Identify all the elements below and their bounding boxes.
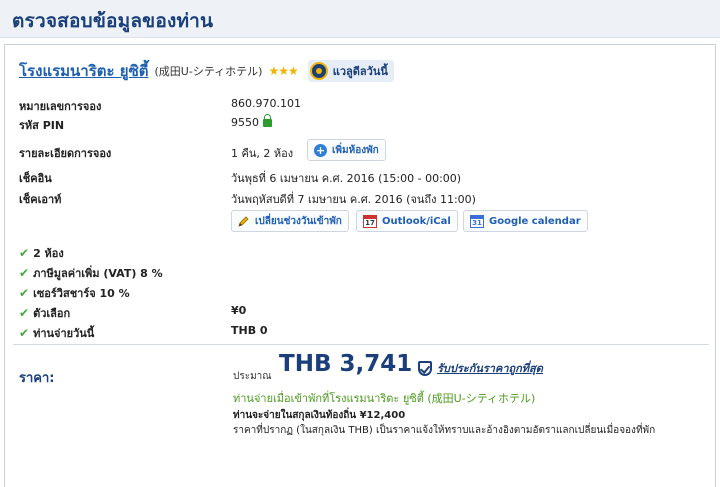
- feature-label: ตัวเลือก: [33, 307, 71, 320]
- pay-at-hotel-text: ท่านจ่ายเมื่อเข้าพักที่โรงแรมนาริตะ ยูซิ…: [233, 392, 536, 405]
- google-calendar-button[interactable]: 31 Google calendar: [463, 210, 588, 232]
- best-price-guarantee[interactable]: รับประกันราคาถูกที่สุด: [418, 359, 543, 377]
- hotel-line: โรงแรมนาริตะ ยูซิตี้ (成田U-シティホテル) ★★★ แว…: [19, 59, 394, 83]
- plus-icon: +: [314, 143, 327, 157]
- feature-item: ✔ ท่านจ่ายวันนี้: [19, 324, 94, 342]
- feature-label: ภาษีมูลค่าเพิ่ม (VAT) 8 %: [33, 267, 163, 280]
- check-icon: ✔: [19, 286, 30, 300]
- guarantee-link[interactable]: รับประกันราคาถูกที่สุด: [437, 359, 543, 377]
- pay-today-value: THB 0: [231, 324, 268, 337]
- checkout-label: เช็คเอาท์: [19, 193, 62, 206]
- check-icon: ✔: [19, 246, 30, 260]
- check-icon: ✔: [19, 306, 30, 320]
- booking-card: โรงแรมนาริตะ ยูซิตี้ (成田U-シティホテル) ★★★ แว…: [4, 44, 716, 487]
- pin-value-row: 9550: [231, 114, 272, 129]
- calendar-icon: 17: [363, 214, 377, 228]
- divider: [13, 344, 709, 345]
- medal-icon: [309, 62, 328, 80]
- feature-item: ✔ 2 ห้อง: [19, 244, 64, 262]
- check-icon: ✔: [19, 326, 30, 340]
- booking-number-label: หมายเลขการจอง: [19, 100, 102, 113]
- price-label: ราคา:: [19, 371, 55, 386]
- change-dates-button[interactable]: เปลี่ยนช่วงวันเข้าพัก: [231, 210, 349, 232]
- feature-label: เซอร์วิสชาร์จ 10 %: [33, 287, 130, 300]
- lock-icon: [263, 114, 272, 127]
- page-header: ตรวจสอบข้อมูลของท่าน: [0, 0, 720, 38]
- page-title: ตรวจสอบข้อมูลของท่าน: [12, 10, 214, 32]
- pin-value: 9550: [231, 116, 259, 129]
- local-currency-text: ท่านจะจ่ายในสกุลเงินท้องถิ่น ¥12,400: [233, 410, 406, 421]
- star-rating: ★★★: [268, 64, 298, 78]
- pin-label: รหัส PIN: [19, 119, 65, 132]
- booking-number-value: 860.970.101: [231, 97, 301, 110]
- outlook-ical-label: Outlook/iCal: [382, 215, 451, 227]
- booking-detail-value: 1 คืน, 2 ห้อง: [231, 147, 294, 160]
- google-calendar-label: Google calendar: [489, 215, 581, 227]
- feature-label: 2 ห้อง: [33, 247, 64, 260]
- checkout-value: วันพฤหัสบดีที่ 7 เมษายน ค.ศ. 2016 (จนถึง…: [231, 193, 476, 206]
- feature-item: ✔ ภาษีมูลค่าเพิ่ม (VAT) 8 %: [19, 264, 163, 282]
- google-calendar-icon: 31: [470, 214, 484, 228]
- checkin-value: วันพุธที่ 6 เมษายน ค.ศ. 2016 (15:00 - 00…: [231, 172, 462, 185]
- approx-label: ประมาณ: [233, 371, 272, 382]
- hotel-name-link[interactable]: โรงแรมนาริตะ ยูซิตี้: [19, 59, 149, 83]
- deal-badge-label: แวลูดีลวันนี้: [332, 65, 388, 78]
- pencil-icon: [238, 215, 250, 227]
- price-amount: THB 3,741: [279, 351, 413, 377]
- feature-item: ✔ ตัวเลือก: [19, 304, 70, 322]
- booking-detail-label: รายละเอียดการจอง: [19, 147, 112, 160]
- add-room-button[interactable]: + เพิ่มห้องพัก: [307, 139, 386, 161]
- options-value: ¥0: [231, 304, 247, 317]
- hotel-subname: (成田U-シティホテル): [154, 65, 263, 78]
- check-icon: ✔: [19, 266, 30, 280]
- change-dates-label: เปลี่ยนช่วงวันเข้าพัก: [255, 215, 342, 227]
- exchange-rate-note: ราคาที่ปรากฏ (ในสกุลเงิน THB) เป็นราคาแจ…: [233, 425, 656, 436]
- outlook-ical-button[interactable]: 17 Outlook/iCal: [356, 210, 458, 232]
- shield-check-icon: [418, 360, 432, 376]
- add-room-label: เพิ่มห้องพัก: [332, 144, 379, 156]
- feature-item: ✔ เซอร์วิสชาร์จ 10 %: [19, 284, 130, 302]
- checkin-label: เช็คอิน: [19, 172, 52, 185]
- value-deal-badge: แวลูดีลวันนี้: [307, 60, 394, 82]
- feature-label: ท่านจ่ายวันนี้: [33, 327, 95, 340]
